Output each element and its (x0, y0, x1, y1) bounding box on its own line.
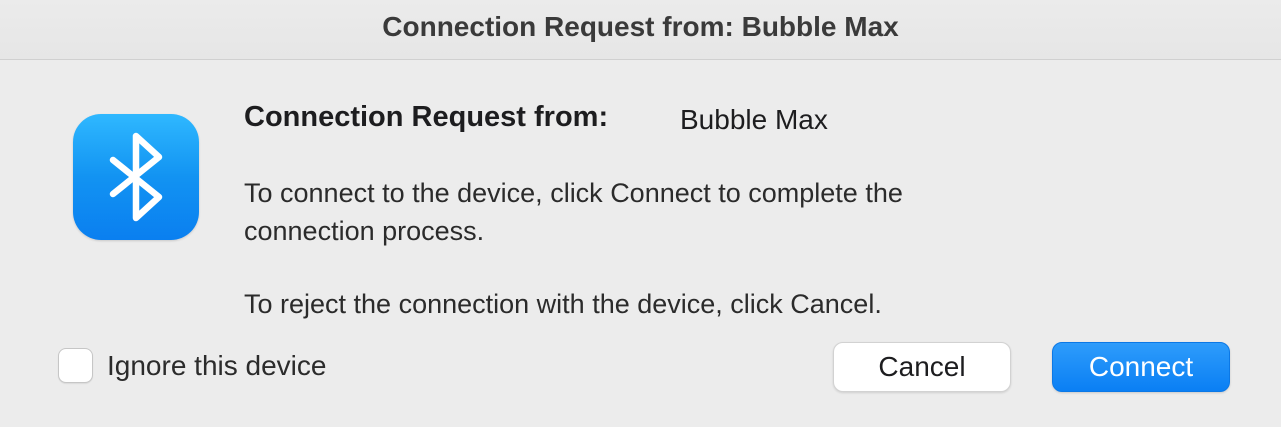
connection-request-label: Connection Request from: (244, 101, 609, 133)
ignore-device-checkbox[interactable] (58, 348, 93, 383)
ignore-device-label[interactable]: Ignore this device (107, 347, 326, 385)
title-bar: Connection Request from: Bubble Max (0, 0, 1281, 60)
connect-instruction-line-1: To connect to the device, click Connect … (244, 178, 903, 208)
device-name: Bubble Max (680, 104, 828, 135)
window-title: Connection Request from: Bubble Max (382, 11, 899, 42)
reject-instruction: To reject the connection with the device… (244, 289, 882, 319)
connect-button[interactable]: Connect (1052, 342, 1230, 392)
cancel-button[interactable]: Cancel (833, 342, 1011, 392)
connect-instruction-line-2: connection process. (244, 216, 485, 246)
bluetooth-icon (73, 114, 199, 240)
